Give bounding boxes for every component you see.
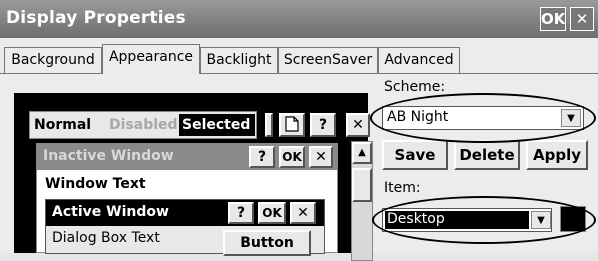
- preview-disabled-label: Disabled: [109, 117, 178, 133]
- item-label: Item:: [384, 180, 421, 196]
- tab-backlight[interactable]: Backlight: [200, 47, 278, 73]
- scheme-preview[interactable]: Normal Disabled Selected ? ✕ Inactive Wi…: [14, 93, 373, 261]
- chevron-down-icon[interactable]: ▼: [561, 109, 581, 127]
- item-color-swatch[interactable]: [560, 206, 586, 232]
- preview-inactive-title: Inactive Window: [43, 148, 174, 164]
- preview-page-icon: [279, 113, 305, 137]
- preview-inactive-titlebar: Inactive Window ? OK ✕: [37, 144, 337, 170]
- preview-active-ok-button: OK: [258, 202, 286, 224]
- tab-appearance[interactable]: Appearance: [102, 44, 200, 74]
- preview-inactive-close-icon: ✕: [309, 146, 333, 168]
- preview-inactive-ok-button: OK: [279, 146, 305, 168]
- preview-active-window: Active Window ? OK ✕ Dialog Box Text But…: [45, 199, 325, 256]
- scroll-thumb[interactable]: [352, 168, 372, 202]
- scheme-dropdown[interactable]: AB Night ▼: [382, 106, 584, 130]
- save-button[interactable]: Save: [382, 140, 448, 170]
- tab-strip: Background Appearance Backlight ScreenSa…: [0, 44, 598, 74]
- preview-selected-label: Selected: [182, 117, 251, 133]
- preview-active-help-icon: ?: [228, 202, 254, 224]
- preview-normal-label: Normal: [34, 117, 92, 133]
- close-icon[interactable]: ✕: [570, 7, 594, 31]
- preview-dialog-text: Dialog Box Text: [52, 230, 160, 246]
- preview-help-icon: ?: [310, 113, 336, 137]
- item-dropdown[interactable]: Desktop ▼: [382, 208, 552, 232]
- window-title: Display Properties: [6, 8, 186, 28]
- preview-inactive-window: Inactive Window ? OK ✕ Window Text Activ…: [36, 143, 338, 256]
- preview-button: Button: [223, 230, 311, 256]
- ok-button[interactable]: OK: [540, 7, 566, 31]
- preview-active-close-icon: ✕: [290, 202, 316, 224]
- chevron-down-icon[interactable]: ▼: [531, 211, 551, 229]
- preview-close-icon: ✕: [346, 113, 370, 137]
- preview-window-text: Window Text: [45, 176, 146, 192]
- preview-inactive-help-icon: ?: [249, 146, 275, 168]
- scroll-up-icon[interactable]: ▲: [352, 142, 372, 164]
- scheme-value: AB Night: [387, 109, 449, 125]
- appearance-panel: Normal Disabled Selected ? ✕ Inactive Wi…: [0, 73, 598, 261]
- preview-scroll-thumb: [265, 113, 273, 137]
- preview-menu-bar: Normal Disabled Selected: [29, 111, 257, 139]
- tab-background[interactable]: Background: [4, 47, 102, 73]
- apply-button[interactable]: Apply: [526, 140, 588, 170]
- preview-active-titlebar: Active Window ? OK ✕: [46, 200, 324, 226]
- display-properties-window: Display Properties OK ✕ Background Appea…: [0, 0, 598, 261]
- title-bar: Display Properties OK ✕: [0, 0, 598, 38]
- preview-scrollbar[interactable]: ▲: [351, 141, 373, 261]
- tab-screensaver[interactable]: ScreenSaver: [278, 47, 378, 73]
- scheme-label: Scheme:: [384, 79, 446, 95]
- delete-button[interactable]: Delete: [454, 140, 520, 170]
- item-value: Desktop: [387, 211, 445, 227]
- preview-active-title: Active Window: [52, 204, 169, 220]
- tab-advanced[interactable]: Advanced: [378, 47, 460, 73]
